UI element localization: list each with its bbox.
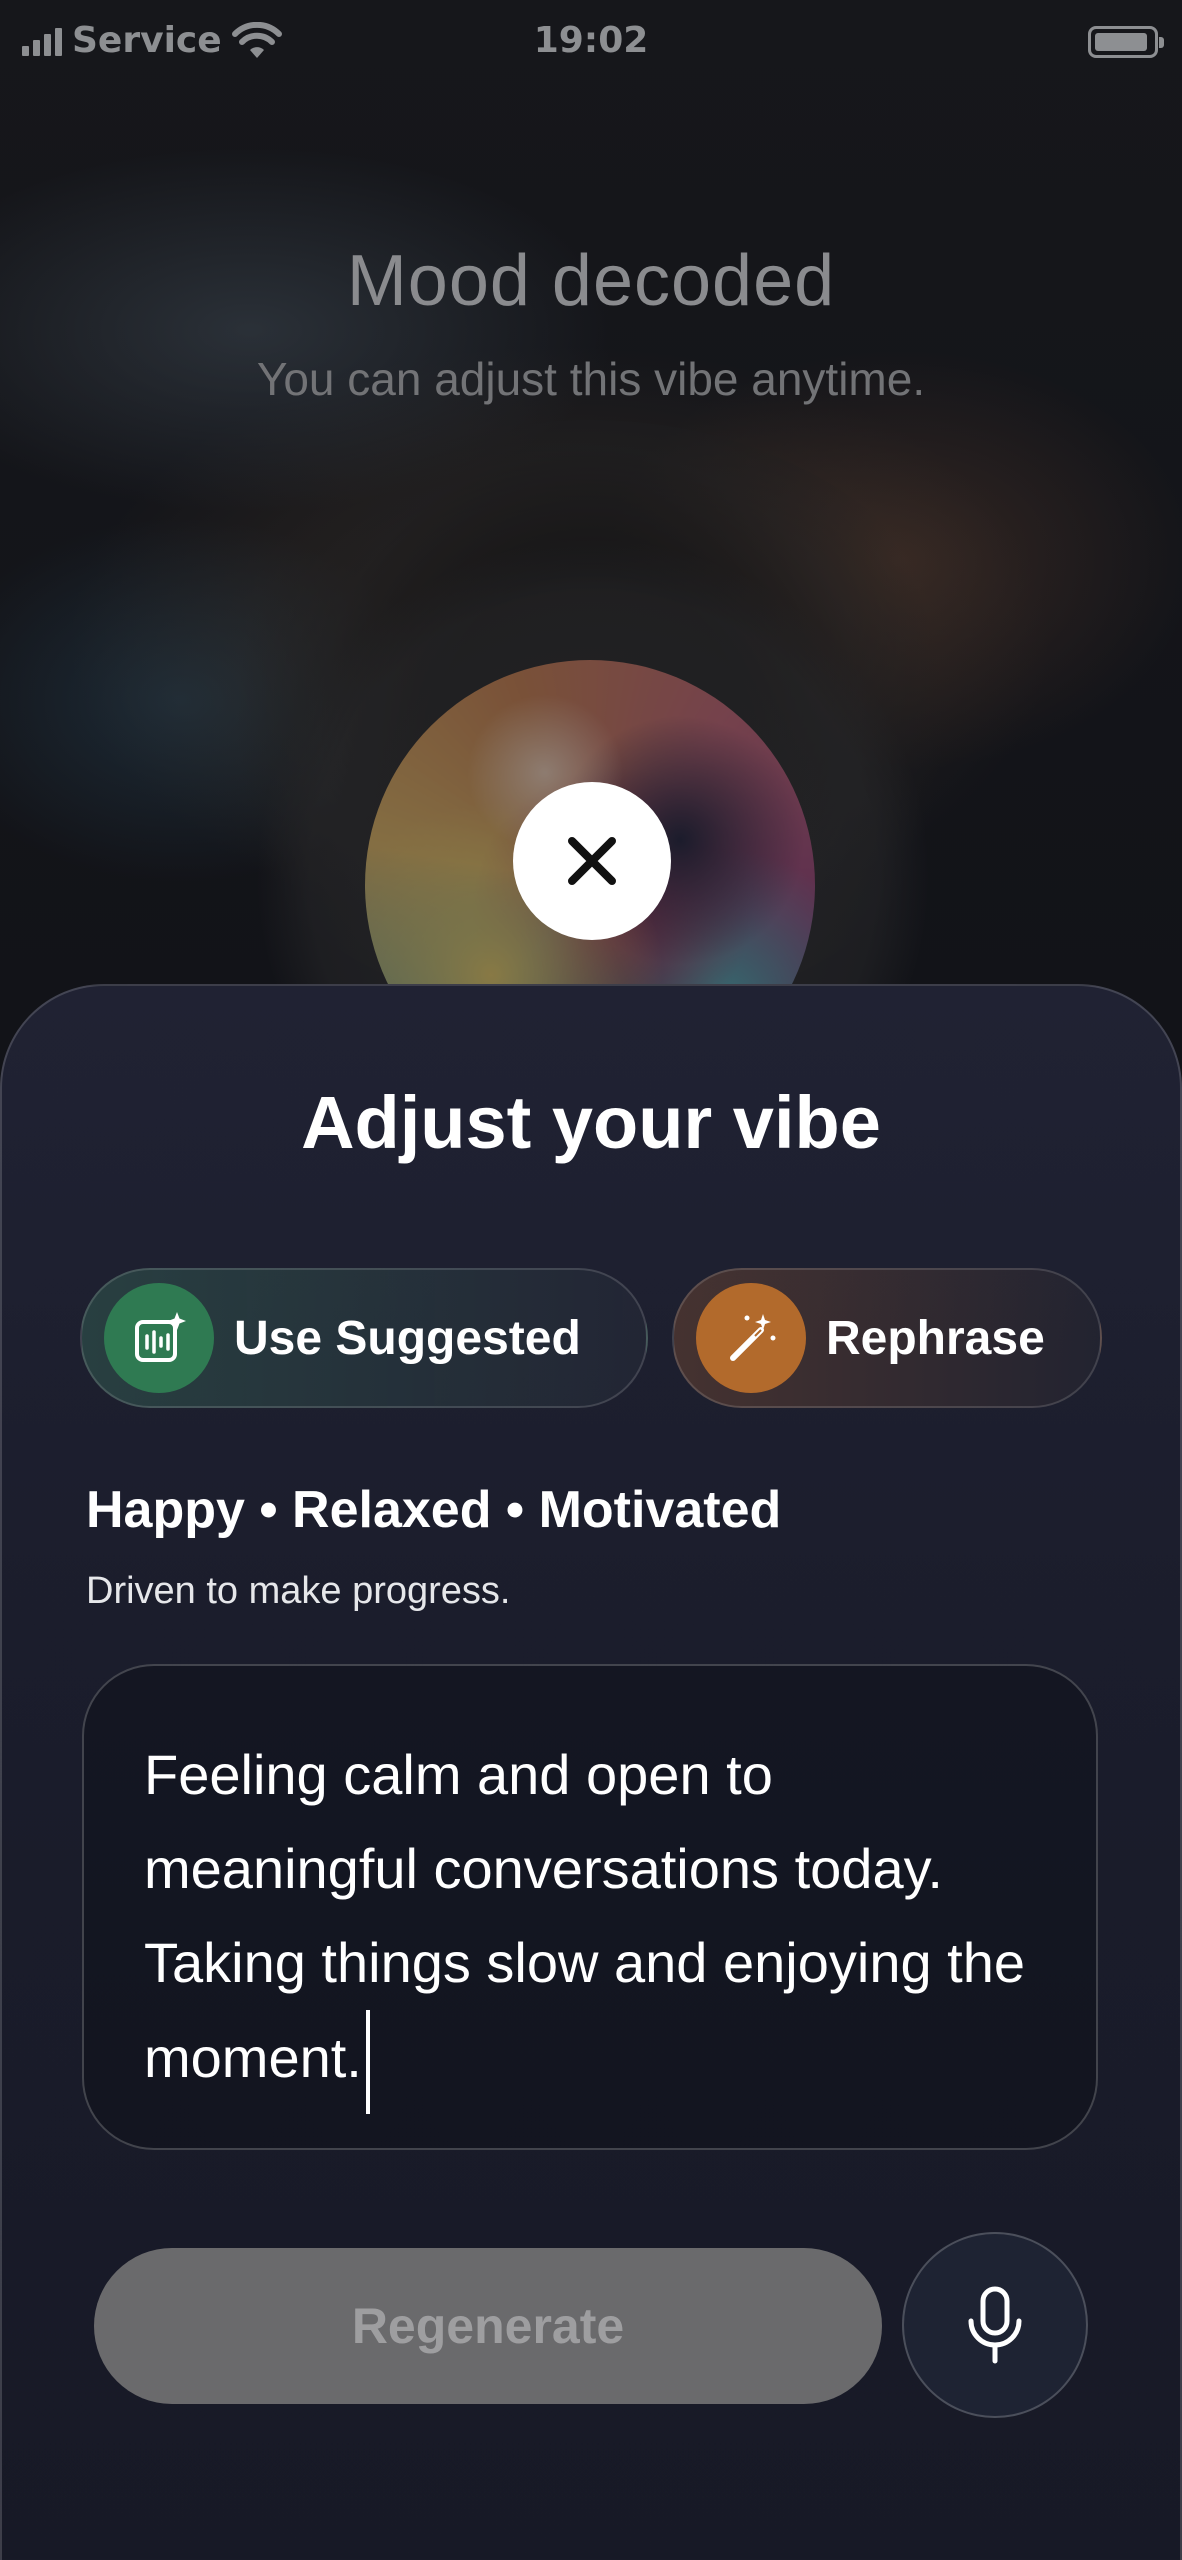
status-time: 19:02 [533,20,649,61]
sheet-title: Adjust your vibe [301,1081,881,1164]
regenerate-button[interactable]: Regenerate [94,2248,882,2404]
mood-description: Driven to make progress. [86,1570,511,1612]
vibe-text-value: Feeling calm and open to meaningful conv… [144,1743,1026,2089]
battery-icon [1088,26,1164,58]
mood-tags: Happy • Relaxed • Motivated [86,1481,782,1539]
magic-wand-icon [696,1283,806,1393]
microphone-icon [968,2286,1022,2364]
page-subtitle: You can adjust this vibe anytime. [256,353,926,405]
vibe-text-input[interactable]: Feeling calm and open to meaningful conv… [82,1664,1098,2150]
close-button[interactable] [513,782,671,940]
rephrase-label: Rephrase [826,1311,1045,1365]
status-bar: Service 19:02 [0,0,1182,88]
use-suggested-button[interactable]: Use Suggested [80,1268,648,1408]
sparkle-chart-icon [104,1283,214,1393]
microphone-button[interactable] [902,2232,1088,2418]
regenerate-label: Regenerate [351,2298,625,2354]
rephrase-button[interactable]: Rephrase [672,1268,1102,1408]
page-title: Mood decoded [346,241,836,321]
use-suggested-label: Use Suggested [234,1311,581,1365]
text-caret [365,2010,370,2114]
close-icon [568,837,616,885]
